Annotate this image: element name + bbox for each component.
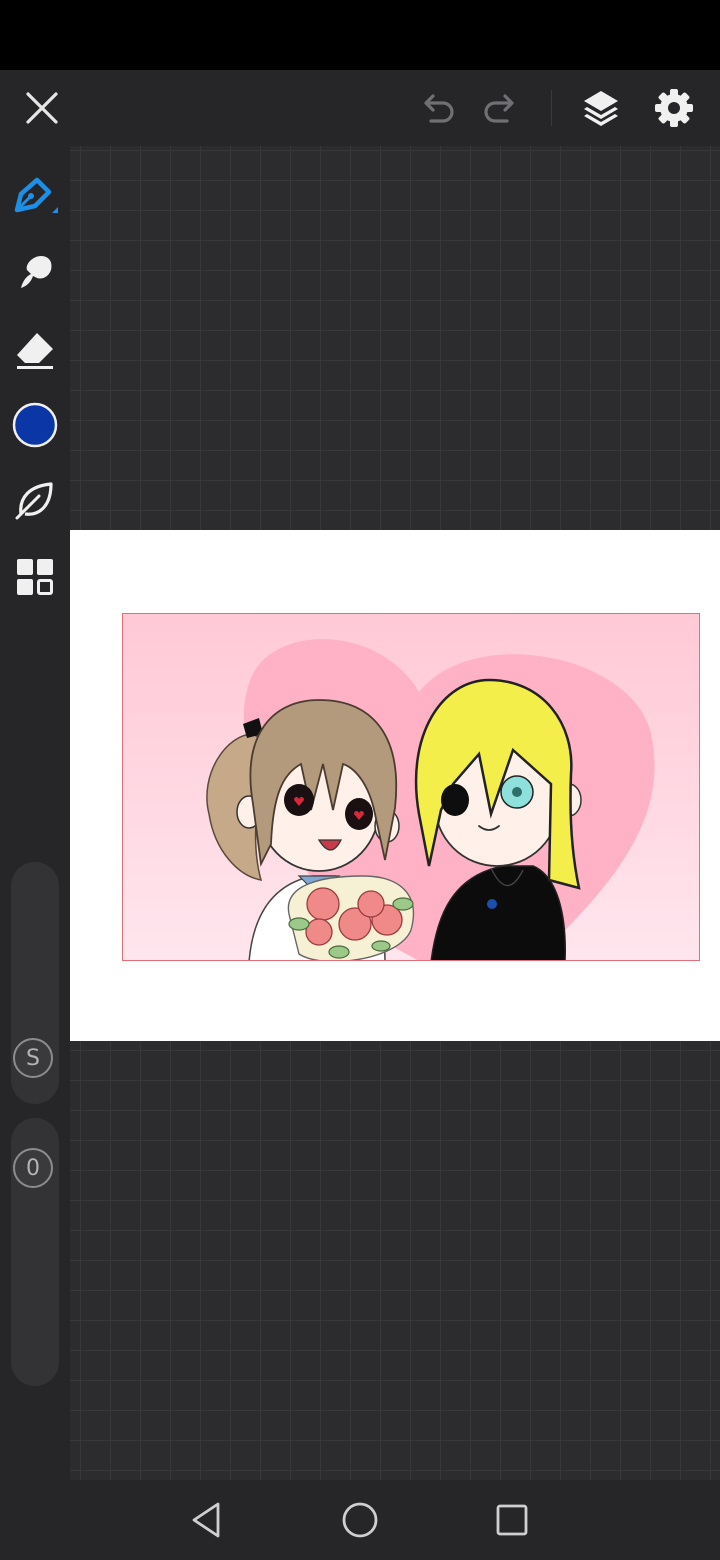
grid-icon: [17, 559, 53, 595]
smudge-icon: [21, 256, 52, 288]
close-icon: [26, 92, 58, 124]
drawing-app-screen: S 0: [0, 0, 720, 1560]
pen-tool-button[interactable]: [7, 168, 63, 224]
gear-icon: [655, 89, 693, 127]
brush-size-label: S: [26, 1045, 40, 1071]
redo-button[interactable]: [473, 80, 529, 136]
tool-sidebar: S 0: [0, 146, 70, 1480]
home-button[interactable]: [332, 1494, 388, 1546]
canvas-paper[interactable]: [70, 530, 720, 1041]
artwork-image: [122, 613, 700, 961]
back-button[interactable]: [178, 1494, 234, 1546]
settings-button[interactable]: [646, 80, 702, 136]
eraser-tool-button[interactable]: [7, 321, 63, 377]
top-toolbar: [0, 70, 720, 146]
opacity-handle[interactable]: 0: [13, 1148, 53, 1188]
panels-button[interactable]: [7, 549, 63, 605]
layers-button[interactable]: [573, 80, 629, 136]
toolbar-divider: [551, 90, 552, 126]
brush-size-handle[interactable]: S: [13, 1038, 53, 1078]
color-picker-button[interactable]: [7, 397, 63, 453]
back-triangle-icon: [192, 1502, 220, 1538]
artwork-illustration: [123, 614, 699, 960]
redo-icon: [484, 94, 514, 123]
smudge-tool-button[interactable]: [7, 244, 63, 300]
system-navigation-bar: [0, 1480, 720, 1560]
status-bar: [0, 0, 720, 70]
eraser-icon: [17, 333, 53, 369]
recents-square-icon: [496, 1504, 528, 1536]
color-swatch-icon: [12, 402, 58, 448]
undo-icon: [424, 94, 454, 123]
blend-tool-button[interactable]: [7, 472, 63, 528]
home-circle-icon: [342, 1502, 378, 1538]
opacity-label: 0: [26, 1155, 40, 1181]
canvas-workspace[interactable]: [70, 146, 720, 1480]
undo-button[interactable]: [409, 80, 465, 136]
recents-button[interactable]: [484, 1494, 540, 1546]
close-button[interactable]: [14, 80, 70, 136]
pen-icon: [14, 177, 58, 213]
layers-icon: [584, 91, 618, 126]
leaf-icon: [15, 482, 53, 520]
